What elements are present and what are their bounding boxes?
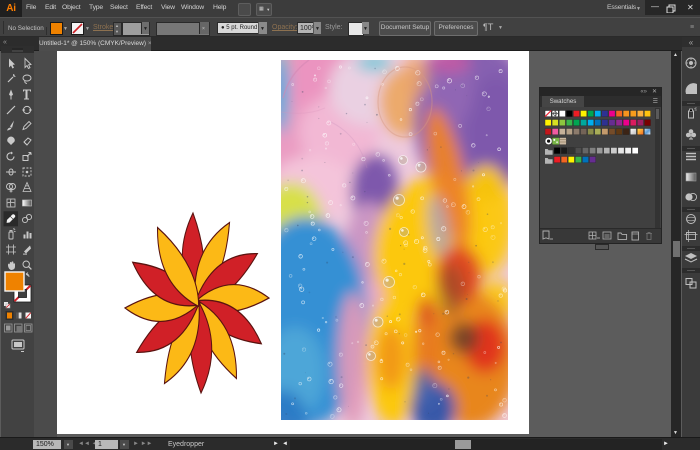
svg-text:«: « (689, 38, 694, 47)
